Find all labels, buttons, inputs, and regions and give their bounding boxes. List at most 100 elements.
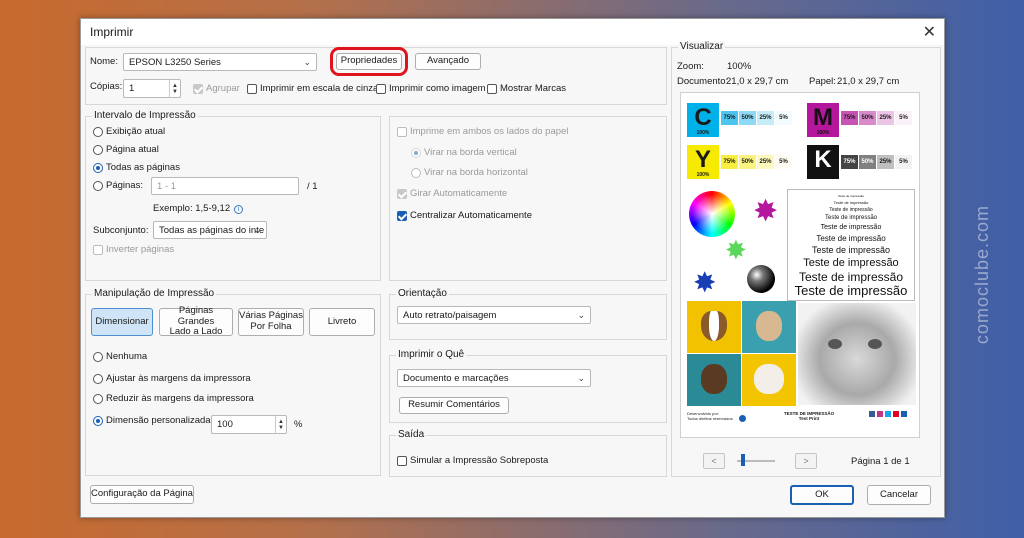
chevron-down-icon: ⌄ (577, 310, 585, 320)
orientation-select[interactable]: Auto retrato/paisagem ⌄ (397, 306, 591, 324)
percent-sign: % (294, 419, 303, 430)
print-as-image-checkbox[interactable]: Imprimir como imagem (376, 83, 486, 94)
both-sides-label: Imprime em ambos os lados do papel (410, 126, 569, 137)
ok-button[interactable]: OK (790, 485, 854, 505)
dog-shape (754, 364, 784, 394)
copies-input[interactable]: 1 ▲ ▼ (123, 79, 181, 98)
shrink-label: Reduzir às margens da impressora (106, 393, 254, 404)
subset-select[interactable]: Todas as páginas do inte ⌄ (153, 221, 267, 239)
yellow-25: 25% (757, 155, 774, 169)
letter-k: K (814, 146, 832, 173)
document-size-value: 21,0 x 29,7 cm (726, 76, 789, 87)
custom-scale-value: 100 (217, 419, 233, 430)
black-25: 25% (877, 155, 894, 169)
cyan-25: 25% (757, 111, 774, 125)
radio-none[interactable]: Nenhuma (93, 351, 147, 362)
facebook-icon (869, 411, 875, 417)
auto-center-label: Centralizar Automaticamente (410, 210, 532, 221)
radio-circle (93, 415, 103, 426)
yellow-5: 5% (775, 155, 792, 169)
size-button[interactable]: Dimensionar (91, 308, 153, 336)
show-marks-checkbox[interactable]: Mostrar Marcas (487, 83, 566, 94)
subset-select-value: Todas as páginas do inte (159, 225, 265, 236)
radio-circle (93, 144, 103, 155)
reverse-pages-checkbox[interactable]: Inverter páginas (93, 244, 174, 255)
test-line-heading: Teste de impressão (837, 194, 864, 198)
poster-line2: Lado a Lado (169, 326, 223, 338)
checkbox-box (397, 188, 407, 199)
simulate-overprint-checkbox[interactable]: Simular a Impressão Sobreposta (397, 455, 548, 466)
radio-current-view[interactable]: Exibição atual (93, 126, 165, 137)
custom-scale-stepper[interactable]: ▲ ▼ (275, 416, 286, 433)
green-starburst-icon: ✸ (725, 235, 747, 265)
custom-scale-input[interactable]: 100 ▲ ▼ (211, 415, 287, 434)
checkbox-box (487, 83, 497, 94)
radio-circle (93, 393, 103, 404)
letter-m: M (813, 104, 833, 131)
black-letter-block: K (807, 145, 839, 179)
poster-button[interactable]: Páginas Grandes Lado a Lado (159, 304, 233, 338)
radio-all-pages[interactable]: Todas as páginas (93, 162, 180, 173)
collate-checkbox[interactable]: Agrupar (193, 83, 240, 94)
checkbox-box (93, 244, 103, 255)
none-label: Nenhuma (106, 351, 148, 362)
info-icon[interactable]: i (234, 205, 244, 214)
checkbox-box (376, 83, 386, 94)
yellow-75: 75% (721, 155, 738, 169)
properties-button[interactable]: Propriedades (330, 47, 408, 76)
magenta-75: 75% (841, 111, 858, 125)
test-line-8: Teste de impressão (798, 270, 904, 284)
cancel-button[interactable]: Cancelar (867, 485, 931, 505)
radio-flip-short[interactable]: Virar na borda horizontal (411, 167, 528, 178)
grayscale-label: Imprimir em escala de cinza (260, 83, 379, 94)
orientation-value: Auto retrato/paisagem (403, 310, 497, 321)
radio-flip-long[interactable]: Virar na borda vertical (411, 147, 517, 158)
test-line-5: Teste de impressão (816, 234, 886, 243)
cyan-75: 75% (721, 111, 738, 125)
poster-line1: Páginas Grandes (177, 304, 215, 327)
next-page-button[interactable]: > (795, 453, 817, 469)
radio-custom-scale[interactable]: Dimensão personalizada (93, 415, 211, 426)
dog-photo-4 (742, 354, 796, 406)
radio-circle (411, 167, 421, 178)
color-wheel-graphic (689, 191, 735, 237)
auto-center-checkbox[interactable]: Centralizar Automaticamente (397, 210, 532, 221)
all-pages-label: Todas as páginas (106, 162, 180, 173)
previous-page-button[interactable]: < (703, 453, 725, 469)
both-sides-checkbox[interactable]: Imprime em ambos os lados do papel (397, 126, 568, 137)
black-sphere-graphic (747, 265, 775, 293)
radio-fit[interactable]: Ajustar às margens da impressora (93, 373, 251, 384)
radio-pages[interactable]: Páginas: (93, 180, 143, 191)
what-to-print-select[interactable]: Documento e marcações ⌄ (397, 369, 591, 387)
summarize-comments-button[interactable]: Resumir Comentários (399, 397, 509, 414)
copies-label: Cópias: (90, 81, 123, 92)
cat-photo (798, 303, 916, 405)
test-line-3: Teste de impressão (824, 215, 878, 221)
footer-left: Desenvolvido por: Todos direitos reserva… (687, 411, 734, 421)
grayscale-checkbox[interactable]: Imprimir em escala de cinza (247, 83, 378, 94)
pages-input[interactable]: 1 - 1 (151, 177, 299, 195)
checkbox-box (397, 455, 407, 466)
close-icon[interactable]: ✕ (923, 22, 936, 42)
page-setup-button[interactable]: Configuração da Página (90, 485, 194, 504)
pages-input-value: 1 - 1 (157, 181, 177, 192)
page-indicator: Página 1 de 1 (851, 456, 910, 467)
dog-shape (701, 364, 727, 394)
radio-shrink[interactable]: Reduzir às margens da impressora (93, 393, 254, 404)
footer-social-icons (869, 411, 907, 417)
radio-current-page[interactable]: Página atual (93, 144, 159, 155)
radio-circle (411, 147, 421, 158)
multiple-button[interactable]: Várias Páginas Por Folha (238, 308, 304, 336)
radio-circle (93, 162, 103, 173)
chevron-down-icon: ⌄ (577, 373, 585, 383)
auto-rotate-checkbox[interactable]: Girar Automaticamente (397, 188, 507, 199)
footer-rights: Todos direitos reservados. (687, 416, 734, 421)
preview-page: C 100% 75% 50% 25% 5% M 100% 75% 50% 25% 5… (680, 92, 920, 438)
printer-select[interactable]: EPSON L3250 Series ⌄ (123, 53, 317, 71)
copies-stepper[interactable]: ▲ ▼ (169, 80, 180, 97)
booklet-button[interactable]: Livreto (309, 308, 375, 336)
flip-short-label: Virar na borda horizontal (424, 167, 528, 178)
advanced-button[interactable]: Avançado (415, 53, 481, 70)
preview-slider-thumb[interactable] (741, 454, 745, 466)
zoom-value: 100% (727, 61, 752, 72)
